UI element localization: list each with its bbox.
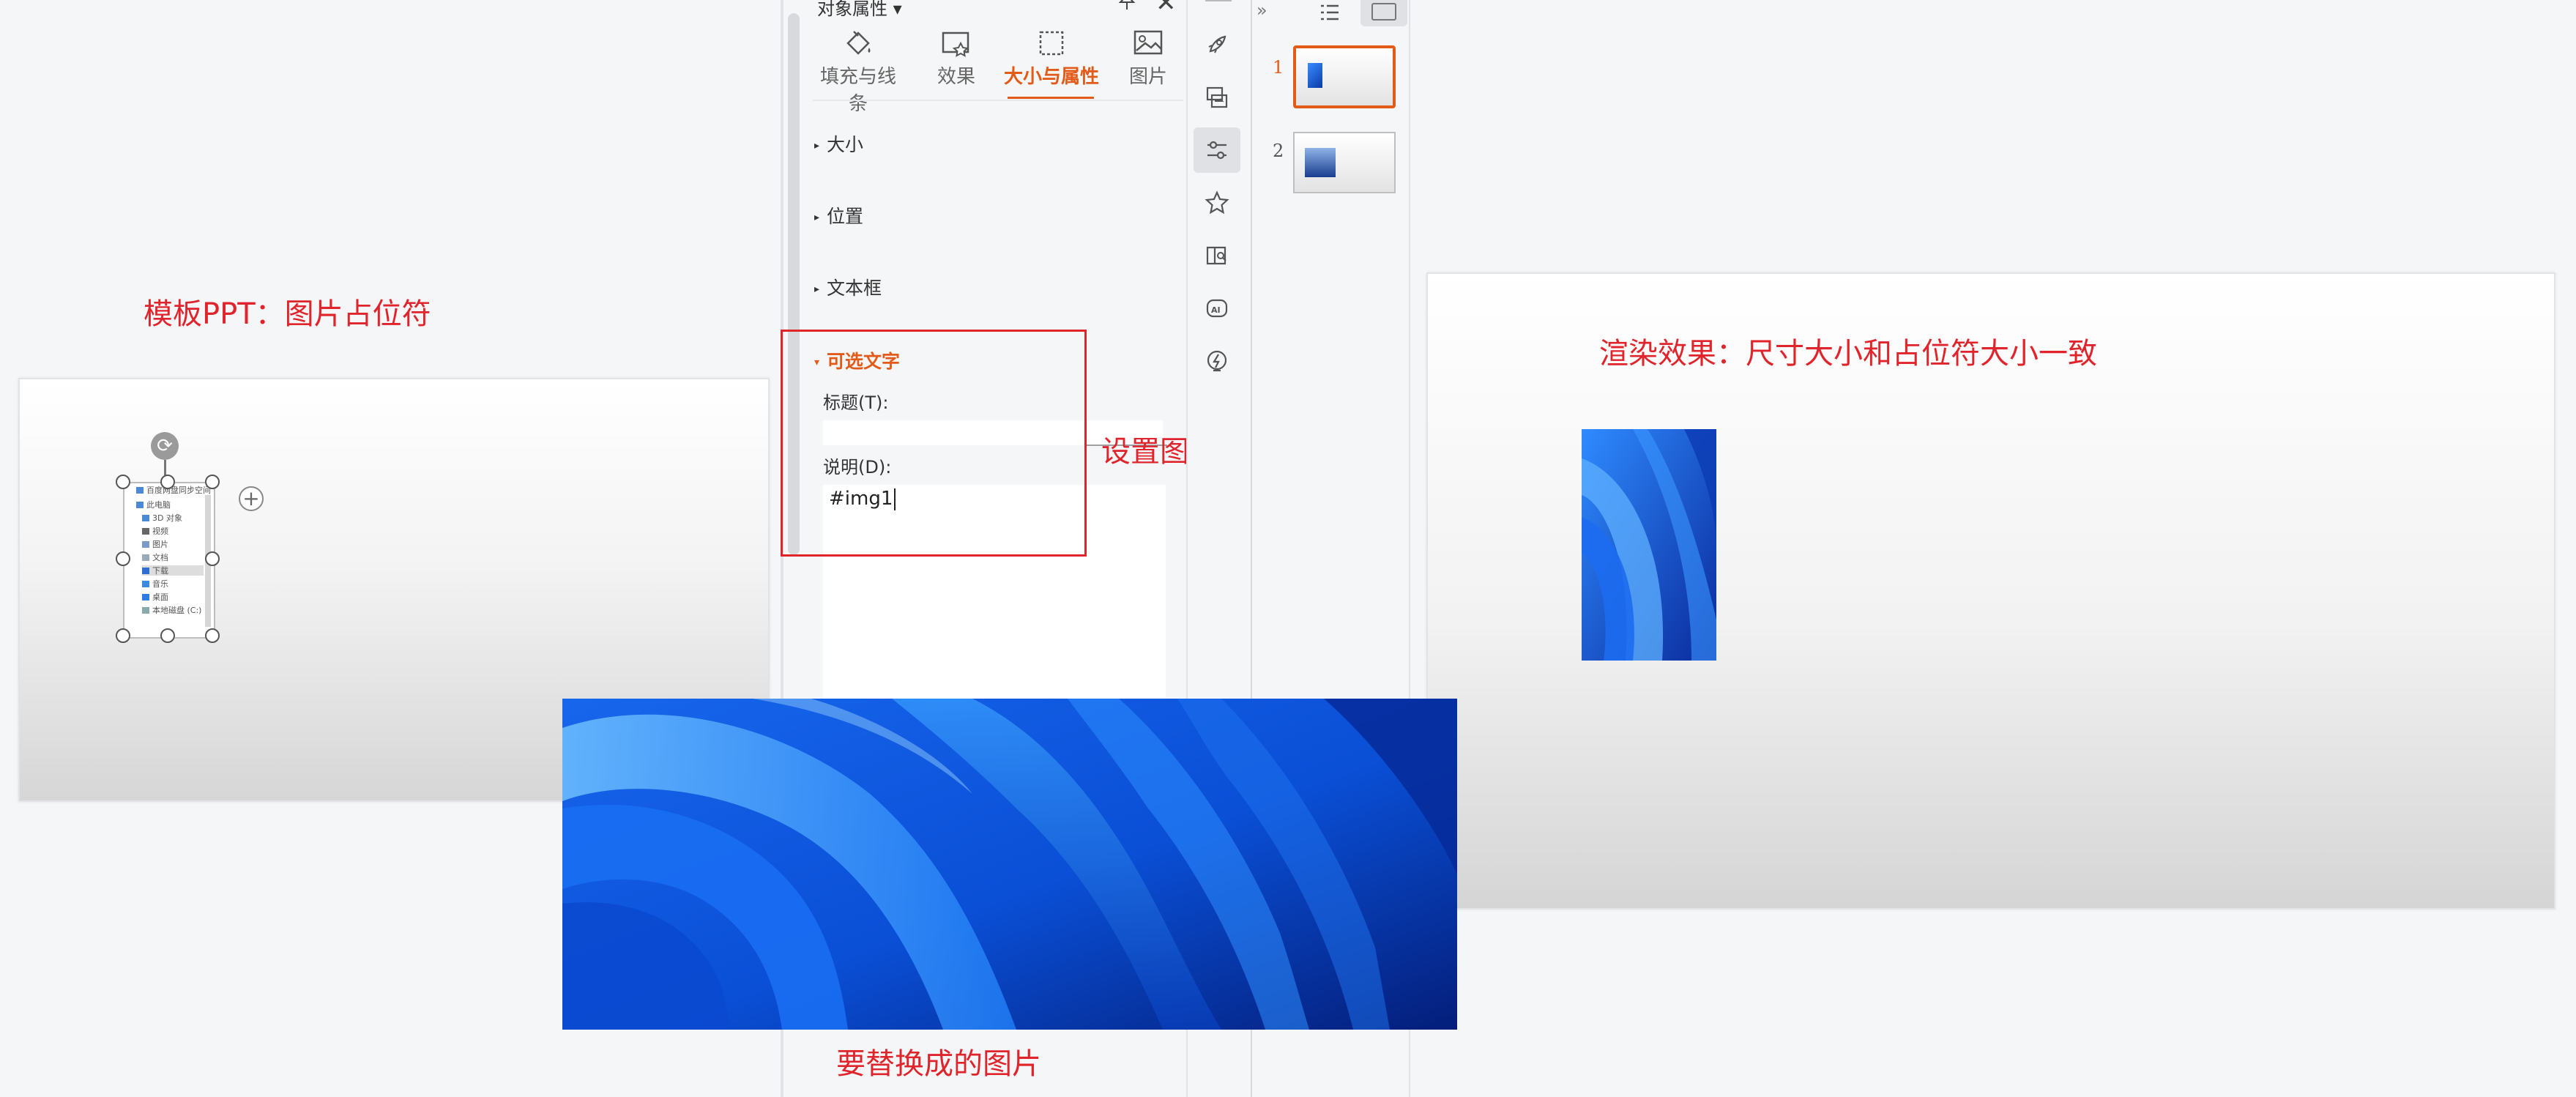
size-properties-icon xyxy=(1003,25,1100,62)
effect-icon xyxy=(927,25,986,62)
outline-view-icon[interactable] xyxy=(1317,0,1341,28)
tree-item-label: 3D 对象 xyxy=(152,513,182,523)
tab-fill-line[interactable]: 填充与线条 xyxy=(814,25,902,116)
rocket-icon[interactable] xyxy=(1194,22,1240,67)
resize-handle-sw[interactable] xyxy=(116,628,130,643)
section-size[interactable]: ▸ 大小 xyxy=(814,130,863,157)
tab-picture[interactable]: 图片 xyxy=(1125,25,1172,89)
tree-item: 百度网盘同步空间 xyxy=(136,485,211,495)
section-position[interactable]: ▸ 位置 xyxy=(814,202,863,228)
resize-handle-nw[interactable] xyxy=(116,475,130,489)
star-icon[interactable] xyxy=(1194,180,1240,226)
lightning-icon[interactable] xyxy=(1194,338,1240,384)
tab-label: 大小与属性 xyxy=(1003,66,1099,88)
cube-icon xyxy=(142,514,149,521)
tab-effect[interactable]: 效果 xyxy=(927,25,986,89)
tree-item: 图片 xyxy=(142,539,168,549)
thumbnail-image xyxy=(1305,148,1336,177)
tree-item-label: 本地磁盘 (C:) xyxy=(152,606,202,615)
resize-handle-s[interactable] xyxy=(160,628,175,643)
close-icon[interactable]: ✕ xyxy=(1155,0,1177,18)
tree-item-label: 下载 xyxy=(152,566,168,576)
toolbar-divider xyxy=(1205,0,1232,1)
tree-item-label: 百度网盘同步空间 xyxy=(146,486,211,495)
add-icon[interactable]: + xyxy=(239,486,264,511)
tab-size-properties[interactable]: 大小与属性 xyxy=(1003,25,1100,89)
resize-handle-n[interactable] xyxy=(160,475,175,489)
render-annotation: 渲染效果：尺寸大小和占位符大小一致 xyxy=(1599,337,2097,371)
section-label: 位置 xyxy=(827,206,864,227)
resize-handle-e[interactable] xyxy=(205,551,220,566)
tree-item: 此电脑 xyxy=(136,499,171,510)
tree-item: 文档 xyxy=(142,552,168,562)
resize-handle-se[interactable] xyxy=(205,628,220,643)
section-label: 文本框 xyxy=(827,278,882,299)
tab-label: 图片 xyxy=(1128,66,1167,88)
tree-item: 音乐 xyxy=(142,579,168,589)
rendered-picture[interactable] xyxy=(1582,429,1716,661)
picture-icon xyxy=(1125,25,1172,62)
active-tab-indicator xyxy=(1008,97,1094,99)
caret-right-icon: ▸ xyxy=(814,212,820,223)
tree-item-label: 图片 xyxy=(152,540,168,549)
convert-icon[interactable] xyxy=(1194,75,1240,120)
slide-number: 2 xyxy=(1273,141,1284,161)
slide-thumbnail-1[interactable] xyxy=(1293,45,1396,108)
slide-view-glyph xyxy=(1371,3,1396,21)
download-icon xyxy=(142,567,149,574)
tab-divider xyxy=(813,100,1183,101)
svg-text:AI: AI xyxy=(1211,305,1221,315)
desktop-icon xyxy=(142,593,149,600)
tab-label: 效果 xyxy=(937,66,975,88)
section-label: 大小 xyxy=(827,134,864,155)
ai-icon[interactable]: AI xyxy=(1194,286,1240,331)
tree-item-label: 此电脑 xyxy=(146,500,171,510)
caret-right-icon: ▸ xyxy=(814,283,820,295)
slide-number: 1 xyxy=(1273,57,1284,78)
tree-item: 本地磁盘 (C:) xyxy=(142,605,201,615)
tree-item-label: 音乐 xyxy=(152,579,168,589)
slide-view-icon[interactable] xyxy=(1360,0,1407,26)
caret-right-icon: ▸ xyxy=(814,140,820,152)
section-textbox[interactable]: ▸ 文本框 xyxy=(814,274,882,300)
book-search-icon[interactable] xyxy=(1194,233,1240,278)
resize-handle-w[interactable] xyxy=(116,551,130,566)
tree-item: 3D 对象 xyxy=(142,513,182,523)
folder-icon xyxy=(136,486,144,494)
tree-item: 视频 xyxy=(142,526,168,536)
tree-item-label: 文档 xyxy=(152,553,168,562)
template-annotation: 模板PPT：图片占位符 xyxy=(144,297,431,331)
image-icon xyxy=(142,540,149,548)
collapse-toggle-icon[interactable]: » xyxy=(1257,0,1267,21)
tree-item: 下载 xyxy=(142,565,204,576)
slide-thumbnail-2[interactable] xyxy=(1293,132,1396,193)
resize-handle-ne[interactable] xyxy=(205,475,220,489)
music-icon xyxy=(142,580,149,587)
tree-item-label: 视频 xyxy=(152,527,168,536)
thumbnail-image xyxy=(1308,63,1322,88)
image-placeholder[interactable]: 百度网盘同步空间 此电脑 3D 对象 视频 图片 文档 下载 音乐 桌面 本地磁… xyxy=(123,482,215,639)
tree-item-label: 桌面 xyxy=(152,592,168,602)
pin-icon[interactable] xyxy=(1116,0,1138,18)
rotate-icon[interactable]: ⟳ xyxy=(151,432,179,460)
highlight-box xyxy=(781,330,1087,557)
video-icon xyxy=(142,527,149,535)
tab-label: 填充与线条 xyxy=(819,66,896,115)
replacement-image[interactable] xyxy=(562,699,1457,1030)
drive-icon xyxy=(142,606,149,614)
properties-icon[interactable] xyxy=(1194,127,1240,173)
computer-icon xyxy=(136,501,144,508)
fill-bucket-icon xyxy=(814,25,902,62)
replace-annotation: 要替换成的图片 xyxy=(836,1047,1041,1081)
tree-item: 桌面 xyxy=(142,592,168,602)
document-icon xyxy=(142,554,149,561)
pane-title[interactable]: 对象属性 ▾ xyxy=(817,0,902,20)
